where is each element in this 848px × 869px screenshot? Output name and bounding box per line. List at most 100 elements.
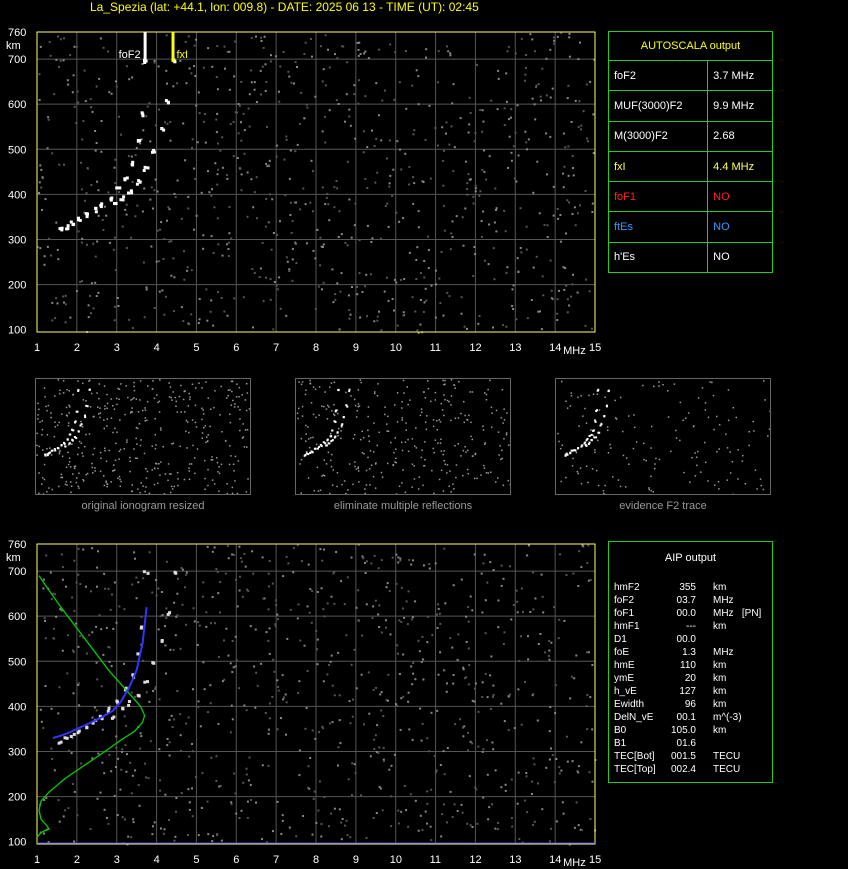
noise-dot	[170, 240, 173, 243]
noise-dot	[445, 690, 448, 693]
noise-dot	[238, 687, 241, 690]
aip-row: foF2 03.7 MHz	[614, 595, 769, 608]
noise-dot	[578, 425, 580, 427]
noise-dot	[654, 467, 656, 470]
noise-dot	[205, 288, 208, 291]
noise-dot	[422, 678, 425, 681]
noise-dot	[407, 590, 410, 593]
noise-dot	[399, 728, 402, 731]
noise-dot	[95, 661, 98, 664]
noise-dot	[444, 379, 446, 382]
noise-dot	[340, 233, 343, 236]
noise-dot	[548, 758, 551, 761]
noise-dot	[193, 620, 196, 623]
noise-dot	[434, 127, 437, 129]
noise-dot	[253, 81, 256, 84]
noise-dot	[411, 486, 413, 488]
noise-dot	[113, 305, 116, 308]
noise-dot	[567, 145, 570, 148]
noise-dot	[748, 444, 750, 447]
noise-dot	[586, 137, 589, 140]
noise-dot	[62, 59, 65, 62]
noise-dot	[260, 40, 263, 42]
noise-dot	[262, 300, 265, 303]
noise-dot	[153, 467, 156, 469]
noise-dot	[64, 809, 67, 812]
noise-dot	[675, 429, 677, 432]
noise-dot	[77, 453, 79, 456]
trace-point	[74, 421, 76, 424]
noise-dot	[316, 466, 319, 469]
noise-dot	[395, 457, 397, 460]
noise-dot	[423, 391, 425, 393]
noise-dot	[577, 125, 580, 128]
noise-dot	[407, 438, 409, 441]
noise-dot	[195, 214, 198, 217]
noise-dot	[71, 783, 74, 785]
noise-dot	[50, 747, 53, 750]
noise-dot	[43, 387, 46, 389]
noise-dot	[185, 573, 188, 576]
noise-dot	[188, 431, 190, 434]
noise-dot	[297, 603, 300, 606]
noise-dot	[468, 96, 471, 99]
noise-dot	[339, 742, 342, 745]
noise-dot	[474, 453, 476, 456]
x-tick-label: 11	[430, 854, 441, 866]
noise-dot	[195, 387, 197, 389]
noise-dot	[737, 478, 739, 480]
noise-dot	[367, 429, 369, 432]
noise-dot	[133, 448, 135, 450]
noise-dot	[243, 552, 246, 555]
noise-dot	[480, 572, 483, 575]
noise-dot	[139, 444, 142, 447]
noise-dot	[234, 635, 237, 638]
noise-dot	[450, 232, 453, 235]
noise-dot	[156, 190, 159, 193]
trace-point	[138, 180, 142, 184]
noise-dot	[118, 191, 120, 194]
noise-dot	[106, 425, 108, 427]
noise-dot	[379, 787, 382, 790]
noise-dot	[250, 69, 253, 72]
noise-dot	[413, 478, 416, 480]
noise-dot	[525, 248, 528, 251]
noise-dot	[144, 420, 146, 422]
noise-dot	[541, 808, 544, 811]
noise-dot	[417, 103, 420, 106]
noise-dot	[463, 677, 466, 680]
noise-dot	[358, 272, 361, 275]
noise-dot	[324, 84, 327, 87]
noise-dot	[502, 324, 505, 327]
noise-dot	[94, 130, 97, 132]
noise-dot	[105, 214, 108, 217]
noise-dot	[526, 811, 529, 814]
noise-dot	[402, 469, 404, 471]
noise-dot	[91, 716, 94, 719]
noise-dot	[103, 772, 106, 775]
noise-dot	[110, 481, 112, 483]
noise-dot	[442, 803, 445, 806]
noise-dot	[530, 793, 533, 795]
noise-dot	[584, 324, 587, 327]
noise-dot	[384, 205, 387, 208]
noise-dot	[238, 395, 240, 398]
noise-dot	[242, 296, 245, 299]
noise-dot	[70, 491, 72, 493]
noise-dot	[412, 672, 415, 675]
noise-dot	[515, 589, 518, 592]
noise-dot	[106, 418, 108, 420]
noise-dot	[381, 99, 384, 102]
noise-dot	[404, 491, 407, 494]
noise-dot	[441, 409, 444, 411]
noise-dot	[477, 710, 480, 713]
aip-param-value: 110	[680, 660, 696, 671]
noise-dot	[373, 451, 375, 453]
noise-dot	[42, 449, 44, 451]
noise-dot	[315, 443, 318, 446]
noise-dot	[53, 93, 56, 96]
noise-dot	[524, 79, 526, 82]
noise-dot	[205, 381, 207, 383]
noise-dot	[426, 641, 429, 644]
noise-dot	[541, 67, 544, 70]
